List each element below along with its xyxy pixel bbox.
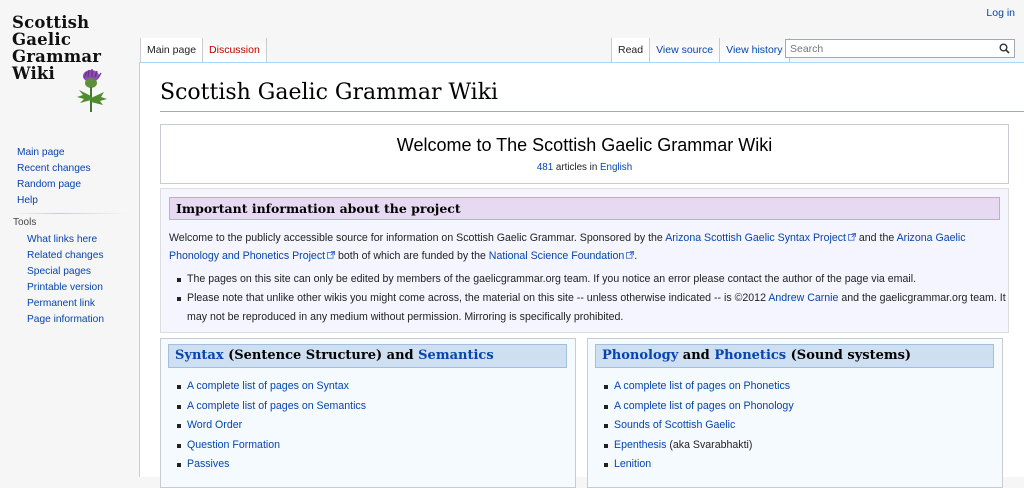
question-formation-link[interactable]: Question Formation [187, 439, 280, 451]
list-item: Question Formation [176, 436, 366, 456]
list-item: Sounds of Scottish Gaelic [604, 416, 794, 436]
epenthesis-link[interactable]: Epenthesis [614, 439, 666, 451]
tools-page-information[interactable]: Page information [27, 314, 104, 325]
nav-random-page[interactable]: Random page [17, 179, 81, 190]
phonology-pages-link[interactable]: A complete list of pages on Phonology [614, 400, 794, 412]
info-text-1: Welcome to the publicly accessible sourc… [169, 232, 666, 244]
welcome-box: Welcome to The Scottish Gaelic Grammar W… [160, 124, 1009, 184]
search-input[interactable]: Search [785, 39, 1015, 58]
list-item: The pages on this site can only be edite… [177, 270, 1012, 289]
info-text-2: and the [855, 232, 897, 244]
list-item: Please note that unlike other wikis you … [177, 289, 1012, 327]
article-count-link[interactable]: 481 [537, 162, 553, 173]
phonetics-pages-link[interactable]: A complete list of pages on Phonetics [614, 380, 790, 392]
view-tabs: Read View source View history [611, 38, 790, 63]
search-placeholder: Search [790, 43, 824, 55]
list-item: A complete list of pages on Phonology [604, 397, 794, 417]
site-logo[interactable]: Scottish Gaelic Grammar Wiki [12, 14, 127, 114]
external-link-icon [327, 251, 336, 259]
list-item: Passives [176, 455, 366, 475]
phonology-section: Phonology and Phonetics (Sound systems) … [587, 338, 1003, 488]
andrew-carnie-link[interactable]: Andrew Carnie [768, 292, 838, 304]
phonology-heading: Phonology and Phonetics (Sound systems) [595, 344, 994, 368]
logo-line-2: Gaelic [12, 30, 72, 49]
info-text-3: both of which are funded by the [335, 250, 489, 262]
list-item: A complete list of pages on Semantics [176, 397, 366, 417]
tools-divider [12, 213, 127, 214]
syntax-list: A complete list of pages on Syntax A com… [176, 377, 366, 475]
syntax-project-link[interactable]: Arizona Scottish Gaelic Syntax Project [665, 232, 856, 244]
tab-discussion[interactable]: Discussion [202, 38, 267, 63]
tools-printable-version[interactable]: Printable version [27, 282, 103, 293]
namespace-tabs: Main page Discussion [140, 38, 267, 63]
welcome-title: Welcome to The Scottish Gaelic Grammar W… [396, 135, 773, 155]
list-item: A complete list of pages on Phonetics [604, 377, 794, 397]
tools-special-pages[interactable]: Special pages [27, 266, 91, 277]
external-link-icon [626, 251, 635, 259]
search-icon[interactable] [999, 43, 1010, 57]
title-divider [160, 111, 1024, 112]
info-text-4: . [634, 250, 638, 262]
tab-view-history[interactable]: View history [719, 38, 790, 63]
login-link[interactable]: Log in [986, 7, 1015, 19]
list-item: A complete list of pages on Syntax [176, 377, 366, 397]
sounds-link[interactable]: Sounds of Scottish Gaelic [614, 419, 735, 431]
navigation-menu: Main page Recent changes Random page Hel… [17, 145, 91, 209]
thistle-icon [77, 69, 107, 112]
info-paragraph: Welcome to the publicly accessible sourc… [169, 229, 999, 265]
word-order-link[interactable]: Word Order [187, 419, 242, 431]
tools-related-changes[interactable]: Related changes [27, 250, 103, 261]
page-title: Scottish Gaelic Grammar Wiki [160, 80, 499, 105]
tab-read[interactable]: Read [611, 38, 650, 63]
phonology-link[interactable]: Phonology [602, 348, 678, 363]
content-area: Scottish Gaelic Grammar Wiki Welcome to … [139, 62, 1024, 488]
semantics-link[interactable]: Semantics [418, 348, 493, 363]
tools-what-links-here[interactable]: What links here [27, 234, 97, 245]
tab-view-source[interactable]: View source [649, 38, 720, 63]
lenition-link[interactable]: Lenition [614, 458, 651, 470]
nav-main-page[interactable]: Main page [17, 147, 65, 158]
list-item: Lenition [604, 455, 794, 475]
info-box: Important information about the project … [160, 188, 1009, 333]
syntax-heading: Syntax (Sentence Structure) and Semantic… [168, 344, 567, 368]
nav-recent-changes[interactable]: Recent changes [17, 163, 91, 174]
language-link[interactable]: English [600, 162, 632, 173]
passives-link[interactable]: Passives [187, 458, 229, 470]
syntax-section: Syntax (Sentence Structure) and Semantic… [160, 338, 576, 488]
nsf-link[interactable]: National Science Foundation [489, 250, 635, 262]
syntax-link[interactable]: Syntax [175, 348, 224, 363]
external-link-icon [847, 233, 856, 241]
logo-line-1: Scottish [12, 13, 90, 32]
tab-main-page[interactable]: Main page [140, 38, 203, 63]
info-heading: Important information about the project [169, 197, 1000, 220]
nav-help[interactable]: Help [17, 195, 38, 206]
tools-permanent-link[interactable]: Permanent link [27, 298, 95, 309]
info-bullet-list: The pages on this site can only be edite… [175, 270, 1012, 327]
logo-line-3: Grammar [12, 47, 102, 66]
article-count-text: articles in [553, 162, 601, 173]
syntax-pages-link[interactable]: A complete list of pages on Syntax [187, 380, 349, 392]
phonetics-link[interactable]: Phonetics [714, 348, 786, 363]
article-count: 481 articles in English [161, 162, 1008, 173]
list-item: Word Order [176, 416, 366, 436]
list-item: Epenthesis (aka Svarabhakti) [604, 436, 794, 456]
semantics-pages-link[interactable]: A complete list of pages on Semantics [187, 400, 366, 412]
tools-heading: Tools [13, 217, 37, 228]
phonology-list: A complete list of pages on Phonetics A … [604, 377, 794, 475]
tools-menu: What links here Related changes Special … [27, 232, 104, 328]
